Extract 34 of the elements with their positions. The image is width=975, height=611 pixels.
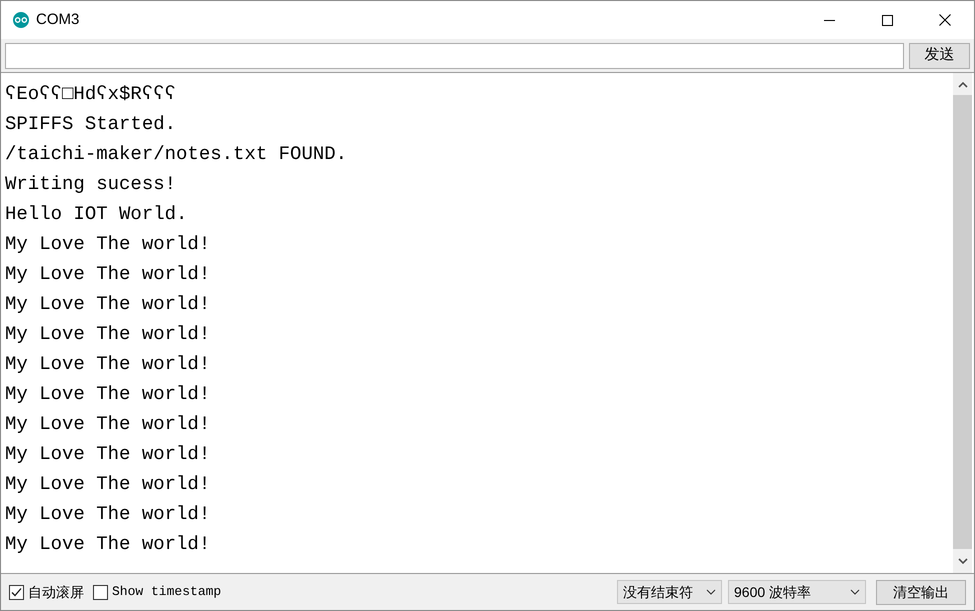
chevron-down-icon (706, 589, 716, 595)
output-line: My Love The world! (5, 352, 210, 377)
send-button[interactable]: 发送 (909, 42, 970, 68)
output-line: /taichi-maker/notes.txt FOUND. (5, 142, 348, 167)
close-icon (939, 14, 951, 26)
output-line: My Love The world! (5, 262, 210, 287)
output-line: SPIFFS Started. (5, 112, 176, 137)
output-line: My Love The world! (5, 442, 210, 467)
output-line: Hello IOT World. (5, 202, 188, 227)
output-line: My Love The world! (5, 382, 210, 407)
output-line: Writing sucess! (5, 172, 176, 197)
output-line: My Love The world! (5, 472, 210, 497)
clear-output-button[interactable]: 清空输出 (876, 580, 966, 604)
chevron-down-icon (850, 589, 860, 595)
window-title: COM3 (36, 10, 80, 30)
send-input-field[interactable] (5, 42, 904, 68)
line-ending-dropdown[interactable]: 没有结束符 (617, 580, 722, 604)
app-logo-icon (13, 12, 29, 28)
scroll-up-icon[interactable] (958, 82, 968, 88)
output-line: My Love The world! (5, 322, 210, 347)
output-line: My Love The world! (5, 292, 210, 317)
checkbox[interactable] (9, 584, 24, 600)
checkbox[interactable] (93, 584, 108, 600)
output-line: ʕEoʕʕ□Hdʕx$Rʕʕʕ (5, 82, 176, 107)
scroll-down-icon[interactable] (958, 558, 968, 564)
baud-rate-dropdown[interactable]: 9600 波特率 (728, 580, 866, 604)
autoscroll-label: 自动滚屏 (28, 582, 84, 602)
output-line: My Love The world! (5, 532, 210, 557)
checkmark-icon (11, 586, 22, 598)
maximize-icon (882, 14, 892, 26)
output-line: My Love The world! (5, 412, 210, 437)
timestamp-label: Show timestamp (112, 583, 222, 602)
output-line: My Love The world! (5, 232, 210, 257)
output-line: My Love The world! (5, 502, 210, 527)
